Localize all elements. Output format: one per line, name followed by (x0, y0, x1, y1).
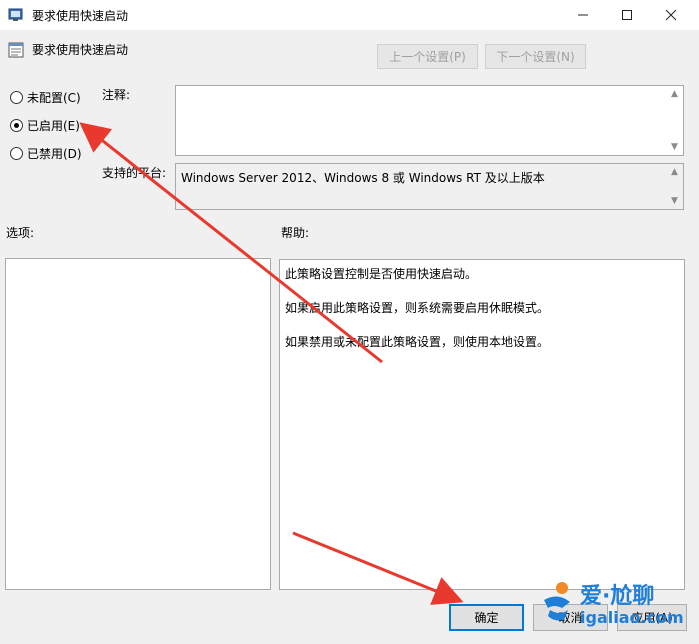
maximize-icon (622, 10, 632, 20)
watermark-figure-icon (544, 582, 570, 621)
minimize-icon (578, 14, 588, 16)
previous-setting-button[interactable]: 上一个设置(P) (377, 44, 478, 69)
radio-label: 已启用(E) (27, 119, 80, 133)
comment-textarea[interactable]: ▲ ▼ (175, 85, 684, 156)
maximize-button[interactable] (604, 0, 650, 30)
options-label: 选项: (6, 226, 35, 240)
minimize-button[interactable] (560, 0, 606, 30)
scroll-up-icon[interactable]: ▲ (671, 89, 678, 99)
platform-scrollbar[interactable]: ▲ ▼ (666, 164, 683, 209)
scroll-down-icon[interactable]: ▼ (671, 196, 678, 206)
supported-platform-box: Windows Server 2012、Windows 8 或 Windows … (175, 163, 684, 210)
supported-platform-value: Windows Server 2012、Windows 8 或 Windows … (181, 171, 545, 185)
policy-window-icon (8, 8, 23, 21)
close-icon (665, 9, 677, 21)
radio-button-checked-icon (10, 119, 23, 132)
radio-label: 已禁用(D) (27, 147, 82, 161)
comment-label: 注释: (102, 88, 131, 102)
title-bar: 要求使用快速启动 (0, 0, 699, 30)
help-pane: 此策略设置控制是否使用快速启动。 如果启用此策略设置，则系统需要启用休眠模式。 … (279, 259, 685, 590)
window-title: 要求使用快速启动 (32, 9, 129, 23)
options-pane (5, 258, 271, 590)
close-button[interactable] (648, 0, 694, 30)
radio-not-configured[interactable]: 未配置(C) (10, 89, 81, 106)
radio-disabled[interactable]: 已禁用(D) (10, 145, 82, 162)
ok-button[interactable]: 确定 (449, 604, 524, 631)
scroll-up-icon[interactable]: ▲ (671, 167, 678, 177)
radio-label: 未配置(C) (27, 91, 81, 105)
help-label: 帮助: (281, 226, 310, 240)
policy-name: 要求使用快速启动 (32, 43, 129, 57)
policy-setting-icon (8, 42, 24, 58)
comment-scrollbar[interactable]: ▲ ▼ (666, 86, 683, 155)
watermark-text-cn: 爱·尬聊 (580, 584, 655, 609)
help-paragraph: 如果启用此策略设置，则系统需要启用休眠模式。 (285, 301, 550, 315)
supported-platform-label: 支持的平台: (102, 166, 167, 180)
help-paragraph: 此策略设置控制是否使用快速启动。 (285, 267, 478, 281)
scroll-down-icon[interactable]: ▼ (671, 142, 678, 152)
radio-button-icon (10, 147, 23, 160)
help-paragraph: 如果禁用或未配置此策略设置，则使用本地设置。 (285, 335, 550, 349)
next-setting-button[interactable]: 下一个设置(N) (485, 44, 586, 69)
radio-button-icon (10, 91, 23, 104)
watermark-logo: 爱·尬聊 igaliao.com (540, 576, 690, 636)
radio-enabled[interactable]: 已启用(E) (10, 117, 80, 134)
watermark-text-url: igaliao.com (580, 608, 684, 627)
